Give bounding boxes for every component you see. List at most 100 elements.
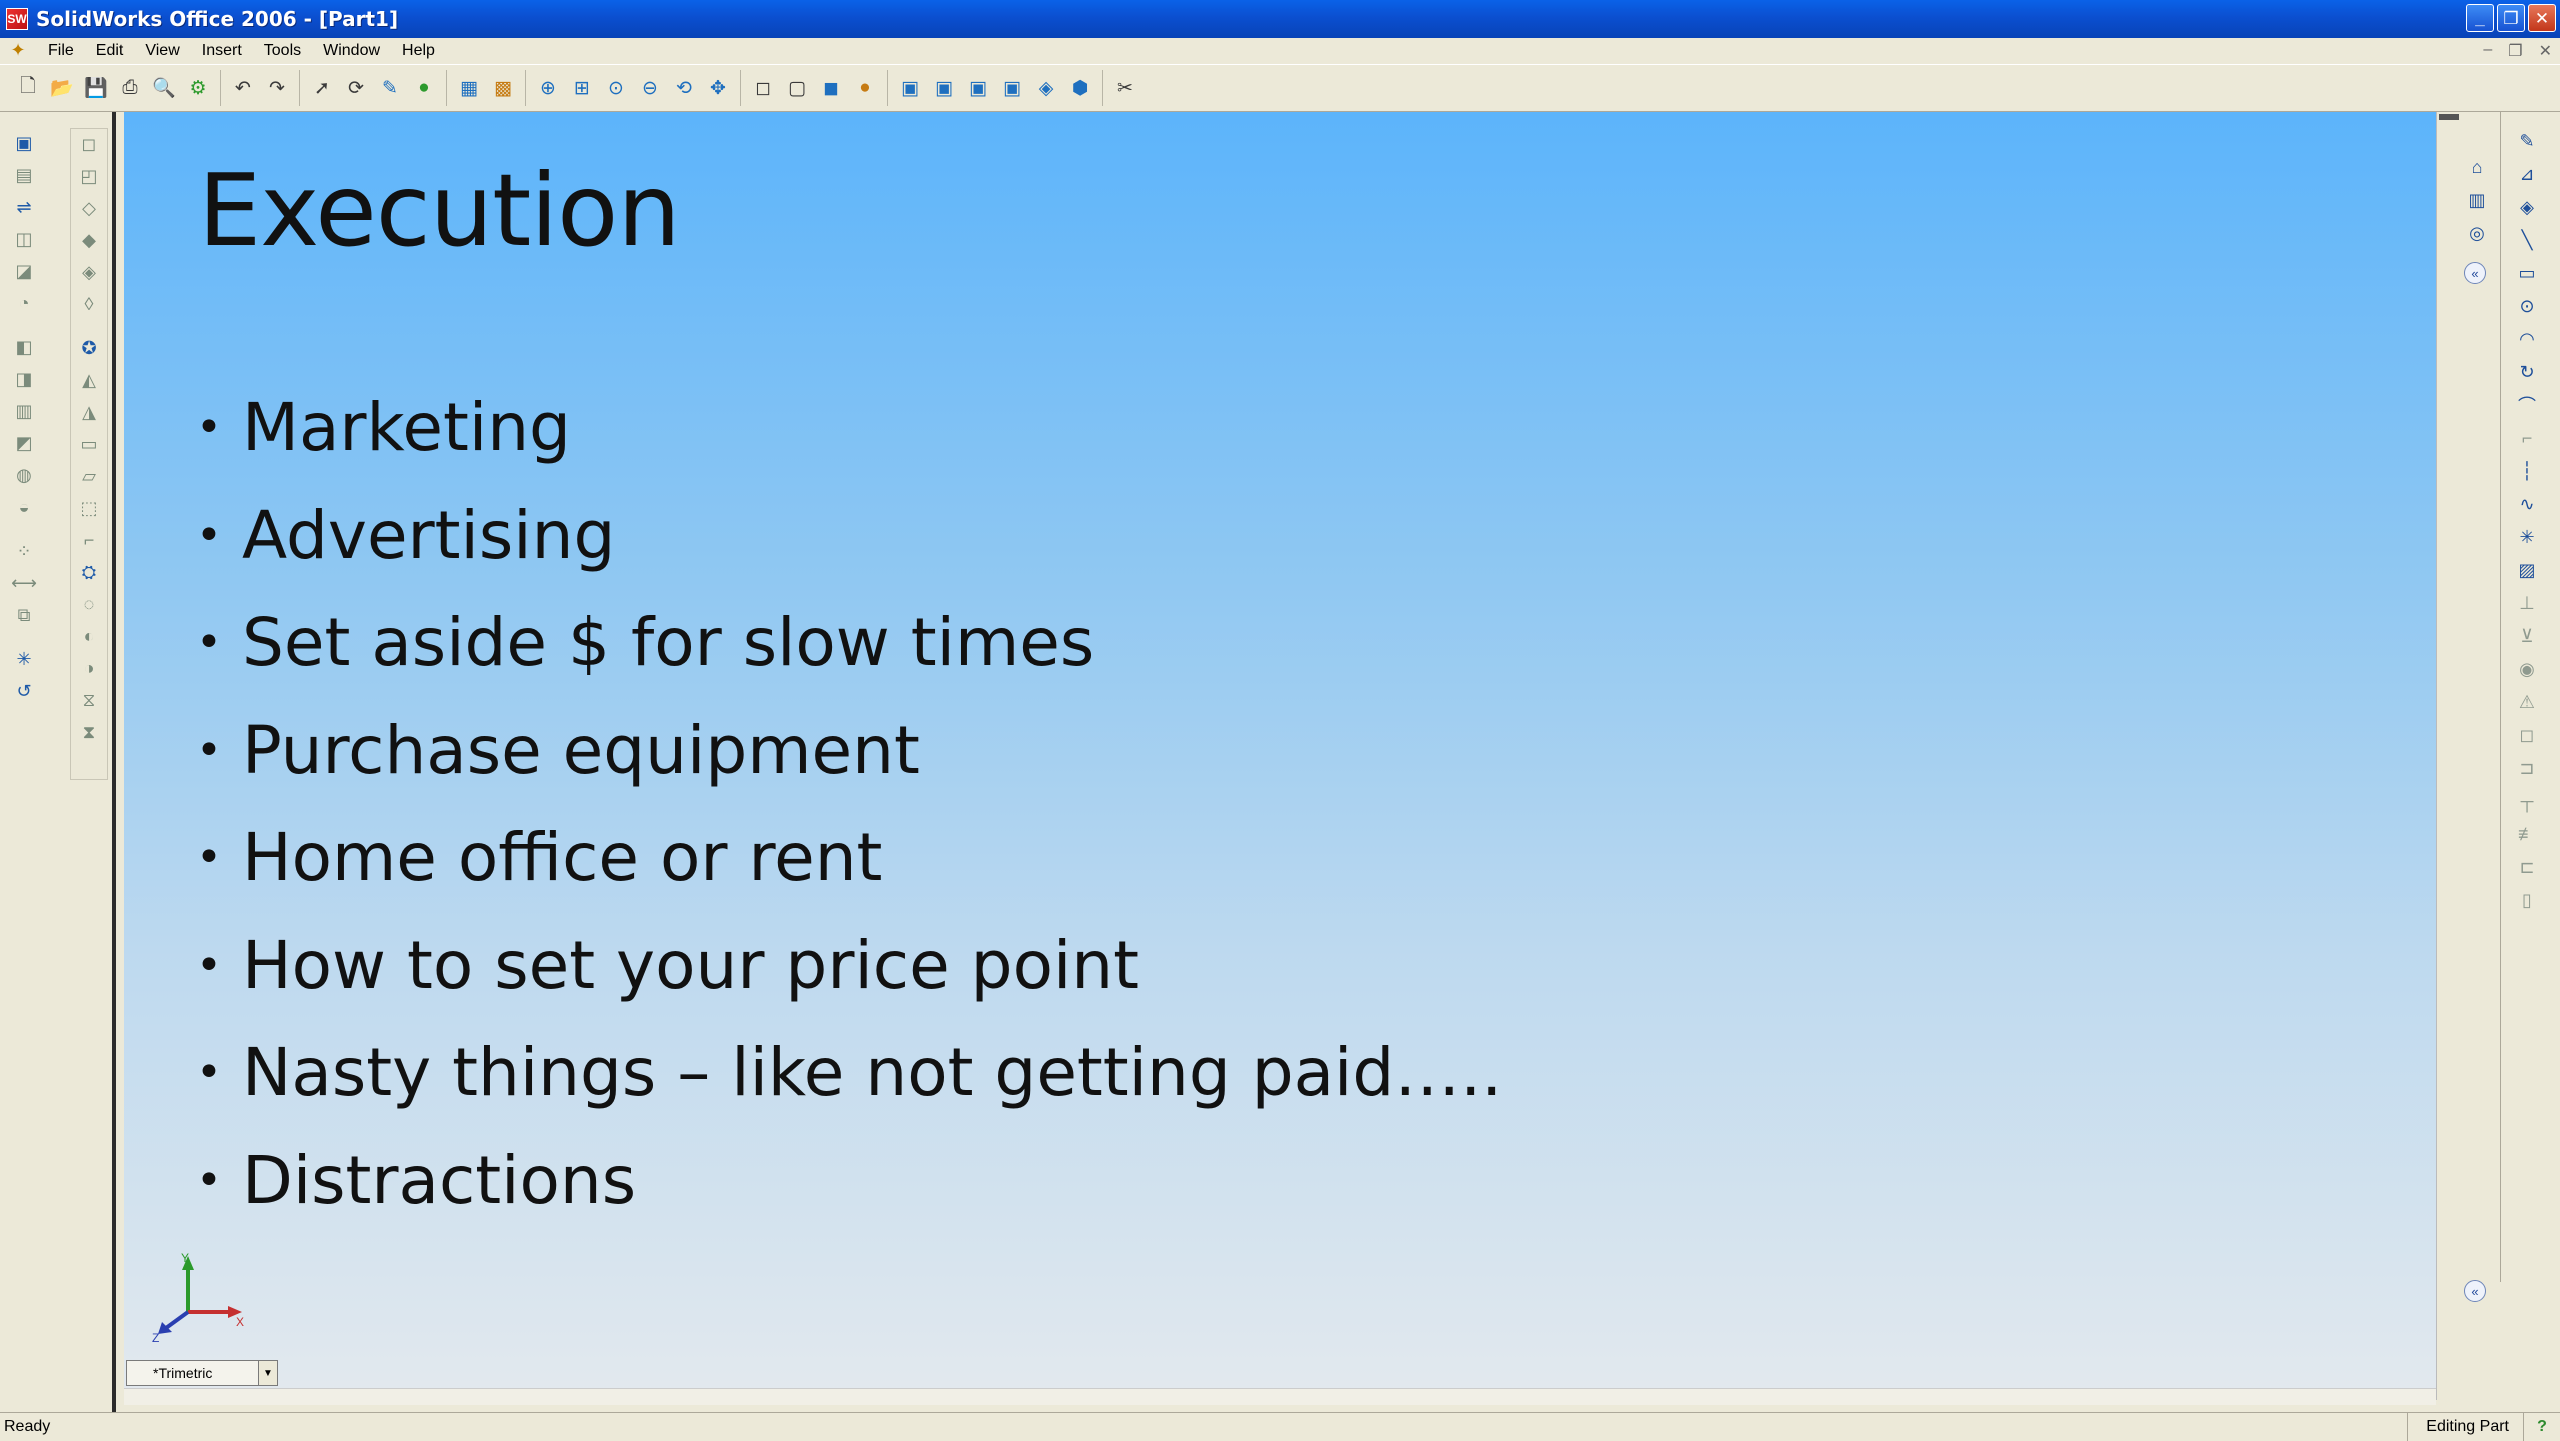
- sketched-bend-icon[interactable]: ◑: [75, 653, 103, 683]
- horizontal-scrollbar[interactable]: [124, 1388, 2436, 1405]
- menu-window[interactable]: Window: [313, 42, 392, 60]
- rotate-sketch-icon[interactable]: ┬: [2513, 786, 2541, 816]
- loft-icon[interactable]: ◪: [10, 256, 38, 286]
- zoom-out-icon[interactable]: ⊖: [636, 74, 664, 102]
- reference-geometry-icon[interactable]: ✳: [10, 644, 38, 674]
- redo-icon[interactable]: ↷: [263, 74, 291, 102]
- eraser-icon[interactable]: ◈: [2513, 192, 2541, 222]
- menu-tools[interactable]: Tools: [254, 42, 313, 60]
- doc-close-button[interactable]: ✕: [2539, 41, 2552, 61]
- minimize-button[interactable]: _: [2466, 4, 2494, 32]
- isometric-icon[interactable]: ⬢: [1066, 74, 1094, 102]
- traffic-light-icon[interactable]: ●: [410, 74, 438, 102]
- spline-icon[interactable]: ∿: [2513, 489, 2541, 519]
- menu-view[interactable]: View: [135, 42, 191, 60]
- draft-icon[interactable]: ◩: [10, 428, 38, 458]
- tangent-arc-icon[interactable]: ↻: [2513, 357, 2541, 387]
- back-view-icon[interactable]: ▣: [930, 74, 958, 102]
- doc-minimize-button[interactable]: –: [2483, 41, 2492, 61]
- select-icon[interactable]: ➚: [308, 74, 336, 102]
- restore-button[interactable]: ❐: [2497, 4, 2525, 32]
- new-icon[interactable]: 🗋: [14, 74, 42, 102]
- print-icon[interactable]: ⎙: [116, 74, 144, 102]
- curves-icon[interactable]: ↺: [10, 676, 38, 706]
- view-orientation-select[interactable]: *Trimetric ▼: [126, 1360, 278, 1386]
- dome-icon[interactable]: ◒: [10, 492, 38, 522]
- miter-flange-icon[interactable]: ◆: [75, 225, 103, 255]
- scale-sketch-icon[interactable]: ≢: [2513, 819, 2541, 849]
- scale-icon[interactable]: ⧉: [10, 600, 38, 630]
- break-corner-icon[interactable]: ◌: [75, 589, 103, 619]
- base-flange-icon[interactable]: ◰: [75, 161, 103, 191]
- menu-edit[interactable]: Edit: [86, 42, 136, 60]
- boss-base-icon[interactable]: ◻: [75, 129, 103, 159]
- sketch-edit-icon[interactable]: ✎: [2513, 126, 2541, 156]
- smart-dimension-icon[interactable]: ⊿: [2513, 159, 2541, 189]
- vertical-scrollbar[interactable]: [2436, 112, 2461, 1400]
- extend-icon[interactable]: ⚠: [2513, 687, 2541, 717]
- close-button[interactable]: ✕: [2528, 4, 2556, 32]
- pan-icon[interactable]: ✥: [704, 74, 732, 102]
- rib-icon[interactable]: ◨: [10, 364, 38, 394]
- rectangle-icon[interactable]: ▭: [2513, 258, 2541, 288]
- hidden-lines-icon[interactable]: ▢: [783, 74, 811, 102]
- home-icon[interactable]: ⌂: [2463, 152, 2491, 182]
- mirror-icon[interactable]: ⟷: [10, 568, 38, 598]
- convert-entities-icon[interactable]: ◻: [2513, 720, 2541, 750]
- shaded-icon[interactable]: ◼: [817, 74, 845, 102]
- sketch-icon[interactable]: ✎: [376, 74, 404, 102]
- pattern-sketch-icon[interactable]: ▯: [2513, 885, 2541, 915]
- hatch-icon[interactable]: ▨: [2513, 555, 2541, 585]
- point-icon[interactable]: ✳: [2513, 522, 2541, 552]
- fillet-sketch-icon[interactable]: ⌐: [2513, 423, 2541, 453]
- left-view-icon[interactable]: ▣: [964, 74, 992, 102]
- zoom-in-icon[interactable]: ⊙: [602, 74, 630, 102]
- collapse-pane-icon[interactable]: «: [2464, 262, 2486, 284]
- offset-icon[interactable]: ⊥: [2513, 588, 2541, 618]
- save-icon[interactable]: 💾: [82, 74, 110, 102]
- help-icon[interactable]: ?: [2523, 1413, 2560, 1441]
- grid-icon[interactable]: ▦: [455, 74, 483, 102]
- chamfer-icon[interactable]: ◧: [10, 332, 38, 362]
- pattern-icon[interactable]: ⁘: [10, 536, 38, 566]
- rebuild-icon[interactable]: ⟳: [342, 74, 370, 102]
- closed-corner-icon[interactable]: ◐: [75, 621, 103, 651]
- top-view-icon[interactable]: ◈: [1032, 74, 1060, 102]
- line-icon[interactable]: ╲: [2513, 225, 2541, 255]
- library-icon[interactable]: ▥: [2463, 185, 2491, 215]
- cut-extrude-icon[interactable]: ▤: [10, 160, 38, 190]
- undo-icon[interactable]: ↶: [229, 74, 257, 102]
- copy-sketch-icon[interactable]: ⊏: [2513, 852, 2541, 882]
- print-preview-icon[interactable]: 🔍: [150, 74, 178, 102]
- scroll-splitter[interactable]: [2439, 114, 2459, 120]
- welded-corner-icon[interactable]: ⛭: [75, 557, 103, 587]
- vent-icon[interactable]: ⧗: [75, 717, 103, 747]
- jog-icon[interactable]: ◊: [75, 289, 103, 319]
- doc-restore-button[interactable]: ❐: [2508, 41, 2522, 61]
- flatten-icon[interactable]: ▭: [75, 429, 103, 459]
- insert-bends-icon[interactable]: ✪: [75, 333, 103, 363]
- color-icon[interactable]: ▩: [489, 74, 517, 102]
- trim-icon[interactable]: ◉: [2513, 654, 2541, 684]
- sweep-icon[interactable]: ◫: [10, 224, 38, 254]
- chevron-down-icon[interactable]: ▼: [258, 1361, 277, 1385]
- unfold-icon[interactable]: ◭: [75, 365, 103, 395]
- mirror-sketch-icon[interactable]: ⊻: [2513, 621, 2541, 651]
- open-icon[interactable]: 📂: [48, 74, 76, 102]
- no-bends-icon[interactable]: ▱: [75, 461, 103, 491]
- edge-flange-icon[interactable]: ◇: [75, 193, 103, 223]
- rotate-icon[interactable]: ⟲: [670, 74, 698, 102]
- expand-pane-icon[interactable]: «: [2464, 1280, 2486, 1302]
- extrude-boss-icon[interactable]: ▣: [10, 128, 38, 158]
- solidworks-app-icon[interactable]: SW: [6, 8, 28, 30]
- three-point-arc-icon[interactable]: ⌒: [2513, 390, 2541, 420]
- options-icon[interactable]: ⚙: [184, 74, 212, 102]
- revolve-icon[interactable]: ⇌: [10, 192, 38, 222]
- shell-icon[interactable]: ▥: [10, 396, 38, 426]
- hem-icon[interactable]: ◈: [75, 257, 103, 287]
- cross-break-icon[interactable]: ⧖: [75, 685, 103, 715]
- arc-icon[interactable]: ◠: [2513, 324, 2541, 354]
- menu-help[interactable]: Help: [392, 42, 447, 60]
- graphics-area[interactable]: Execution • Marketing • Advertising • Set a…: [124, 112, 2436, 1400]
- solidworks-logo-icon[interactable]: ✦: [6, 40, 30, 62]
